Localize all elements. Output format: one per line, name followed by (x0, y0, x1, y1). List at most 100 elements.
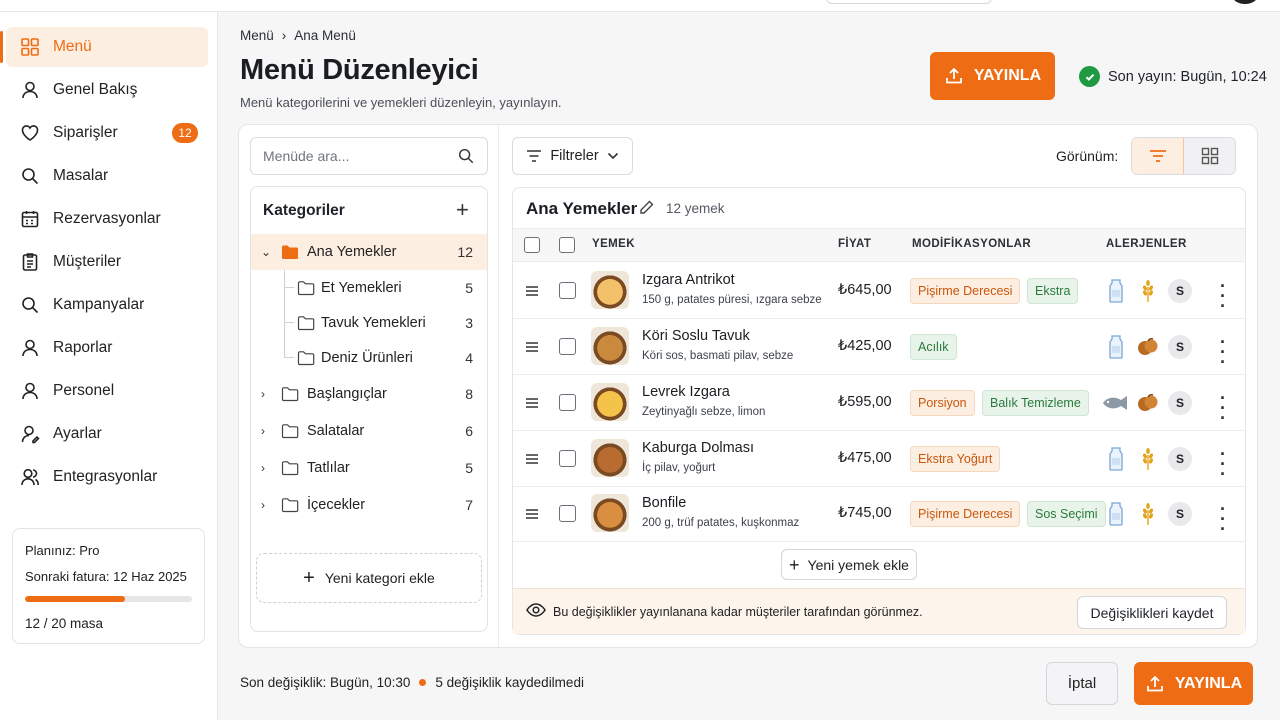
search-input[interactable] (263, 148, 443, 164)
allergen-s-badge: S (1168, 391, 1192, 415)
avatar[interactable] (1232, 0, 1258, 4)
dish-description: 200 g, trüf patates, kuşkonmaz (642, 517, 800, 529)
dish-name[interactable]: Köri Soslu Tavuk (642, 328, 750, 344)
unsaved-text: 5 değişiklik kaydedilmedi (435, 675, 584, 690)
chevron-right-icon: › (281, 28, 287, 43)
more-options-icon[interactable]: · · · (1217, 277, 1229, 315)
modifier-tag[interactable]: Porsiyon (910, 390, 975, 416)
dish-name[interactable]: Kaburga Dolması (642, 440, 754, 456)
category-salads[interactable]: › Salatalar 6 (251, 413, 487, 449)
user-icon (22, 81, 38, 99)
row-checkbox[interactable] (559, 394, 576, 411)
dish-price[interactable]: ₺645,00 (838, 282, 892, 298)
dish-price[interactable]: ₺745,00 (838, 505, 892, 521)
dish-thumbnail (591, 494, 629, 532)
modifier-tag[interactable]: Acılık (910, 334, 957, 360)
row-checkbox[interactable] (559, 338, 576, 355)
drag-handle-icon[interactable] (526, 285, 538, 297)
breadcrumb-menu[interactable]: Menü (240, 28, 274, 43)
top-search-pill[interactable] (826, 0, 992, 4)
col-allergens: ALERJENLER (1106, 238, 1187, 250)
new-category-button[interactable]: + Yeni kategori ekle (256, 553, 482, 603)
grid-view-button[interactable] (1184, 138, 1235, 174)
add-dish-label: Yeni yemek ekle (807, 556, 909, 573)
select-all-checkbox[interactable] (524, 237, 540, 253)
cancel-button[interactable]: İptal (1046, 662, 1118, 705)
modifier-tag[interactable]: Ekstra (1027, 278, 1079, 304)
allergen-s-badge: S (1168, 502, 1192, 526)
dish-name[interactable]: Bonfile (642, 495, 686, 511)
category-starters[interactable]: › Başlangıçlar 8 (251, 376, 487, 412)
row-checkbox[interactable] (559, 505, 576, 522)
category-label: Başlangıçlar (307, 386, 387, 402)
more-options-icon[interactable]: · · · (1217, 389, 1229, 427)
sidebar-item-settings[interactable]: Ayarlar (6, 414, 208, 454)
chevron-right-icon[interactable]: › (261, 387, 273, 401)
dish-description: Köri sos, basmati pilav, sebze (642, 350, 794, 362)
save-changes-button[interactable]: Değişiklikleri kaydet (1077, 596, 1227, 629)
publish-button[interactable]: YAYINLA (930, 52, 1055, 100)
user-icon (22, 382, 38, 400)
drag-handle-icon[interactable] (526, 341, 538, 353)
drag-handle-icon[interactable] (526, 508, 538, 520)
new-category-label: Yeni kategori ekle (324, 570, 435, 586)
category-label: Tavuk Yemekleri (321, 315, 426, 331)
dish-price[interactable]: ₺425,00 (838, 338, 892, 354)
category-seafood[interactable]: Deniz Ürünleri 4 (251, 340, 487, 376)
category-chicken[interactable]: Tavuk Yemekleri 3 (251, 305, 487, 341)
sidebar-item-reservations[interactable]: Rezervasyonlar (6, 199, 208, 239)
filters-button[interactable]: Filtreler (512, 137, 633, 175)
top-bar (0, 0, 1280, 12)
modifier-tag[interactable]: Sos Seçimi (1027, 501, 1106, 527)
modifier-tag[interactable]: Pişirme Derecesi (910, 278, 1021, 304)
sidebar-item-integrations[interactable]: Entegrasyonlar (6, 457, 208, 497)
more-options-icon[interactable]: · · · (1217, 333, 1229, 371)
sidebar-item-campaigns[interactable]: Kampanyalar (6, 285, 208, 325)
upload-icon (945, 67, 962, 84)
footer-publish-button[interactable]: YAYINLA (1134, 662, 1253, 705)
search-icon[interactable] (457, 147, 475, 165)
dish-price[interactable]: ₺475,00 (838, 450, 892, 466)
sidebar-item-label: Masalar (53, 167, 109, 184)
chevron-down-icon[interactable]: ⌄ (261, 245, 273, 259)
sidebar-item-orders[interactable]: Siparişler 12 (6, 113, 208, 153)
more-options-icon[interactable]: · · · (1217, 445, 1229, 483)
sidebar: Menü Genel Bakış Siparişler 12 Masalar R… (0, 12, 218, 720)
category-desserts[interactable]: › Tatlılar 5 (251, 450, 487, 486)
select-all-checkbox-secondary[interactable] (559, 237, 575, 253)
category-label: Et Yemekleri (321, 280, 402, 296)
drag-handle-icon[interactable] (526, 397, 538, 409)
category-drinks[interactable]: › İçecekler 7 (251, 487, 487, 523)
dish-name[interactable]: Izgara Antrikot (642, 272, 735, 288)
more-options-icon[interactable]: · · · (1217, 500, 1229, 538)
sidebar-item-staff[interactable]: Personel (6, 371, 208, 411)
menu-search[interactable] (250, 137, 488, 175)
sidebar-item-overview[interactable]: Genel Bakış (6, 70, 208, 110)
chevron-right-icon[interactable]: › (261, 498, 273, 512)
sidebar-item-label: Genel Bakış (53, 81, 138, 98)
chevron-right-icon[interactable]: › (261, 461, 273, 475)
category-main-dishes[interactable]: ⌄ Ana Yemekler 12 (251, 234, 487, 270)
sidebar-item-tables[interactable]: Masalar (6, 156, 208, 196)
dish-price[interactable]: ₺595,00 (838, 394, 892, 410)
modifier-tag[interactable]: Ekstra Yoğurt (910, 446, 1001, 472)
dish-name[interactable]: Levrek Izgara (642, 384, 730, 400)
modifier-tag[interactable]: Pişirme Derecesi (910, 501, 1021, 527)
table-usage-fill (25, 596, 126, 602)
pencil-icon[interactable] (639, 199, 655, 215)
sidebar-item-customers[interactable]: Müşteriler (6, 242, 208, 282)
category-meat[interactable]: Et Yemekleri 5 (251, 270, 487, 306)
row-checkbox[interactable] (559, 282, 576, 299)
view-label: Görünüm: (1056, 148, 1119, 164)
modifier-tag[interactable]: Balık Temizleme (982, 390, 1089, 416)
add-category-plus-icon[interactable]: + (456, 198, 469, 222)
list-view-button[interactable] (1132, 138, 1184, 174)
sidebar-item-reports[interactable]: Raporlar (6, 328, 208, 368)
folder-filled-icon (282, 245, 298, 259)
category-label: Ana Yemekler (307, 244, 397, 260)
add-dish-button[interactable]: + Yeni yemek ekle (781, 549, 917, 580)
drag-handle-icon[interactable] (526, 453, 538, 465)
sidebar-item-menu[interactable]: Menü (0, 27, 208, 67)
chevron-right-icon[interactable]: › (261, 424, 273, 438)
row-checkbox[interactable] (559, 450, 576, 467)
